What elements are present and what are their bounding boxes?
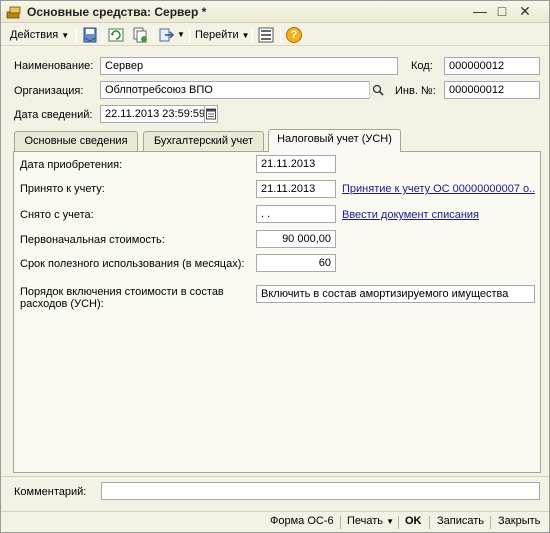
form-os6-button[interactable]: Форма ОС-6 [270,515,334,527]
toolbar-separator [189,27,190,43]
toolbar: Действия ▼ ▼ Перейти ▼ ? [1,24,549,46]
name-input[interactable]: Сервер [100,57,398,75]
actions-menu-label: Действия [10,29,59,41]
toolbar-separator [280,27,281,43]
initial-cost-label: Первоначальная стоимость: [20,234,165,246]
goto-menu-label: Перейти [195,29,239,41]
purchase-date-label: Дата приобретения: [20,159,123,171]
ok-button[interactable]: OK [405,515,422,527]
removed-date-label: Снято с учета: [20,209,94,221]
document-window: Основные средства: Сервер * — □ ✕ Действ… [0,0,550,533]
refresh-icon[interactable] [108,27,124,43]
chevron-down-icon: ▼ [386,517,395,526]
info-date-label: Дата сведений: [14,109,93,121]
useful-life-label: Срок полезного использования (в месяцах)… [20,258,245,270]
tab-accounting[interactable]: Бухгалтерский учет [143,131,264,151]
write-off-document-link[interactable]: Ввести документ списания [342,209,479,221]
maximize-button[interactable]: □ [493,3,511,21]
comment-input[interactable] [101,482,540,500]
minimize-button[interactable]: — [471,3,489,21]
print-menu[interactable]: Печать ▼ [347,515,394,527]
calendar-button[interactable] [204,105,218,123]
toolbar-separator [102,27,103,43]
arrow-right-icon [159,28,174,42]
tab-main-info[interactable]: Основные сведения [14,131,138,151]
chevron-down-icon: ▼ [177,30,185,39]
initial-cost-input[interactable]: 90 000,00 [256,230,336,248]
tax-accounting-panel [13,151,541,473]
structure-icon[interactable] [258,27,274,43]
toolbar-separator [76,27,77,43]
inventory-number-label: Инв. №: [395,85,436,97]
help-icon[interactable]: ? [286,27,302,43]
bottom-separator [340,516,341,529]
organization-select-button[interactable] [369,81,385,99]
window-title: Основные средства: Сервер * [27,5,207,19]
bottom-command-bar: Форма ОС-6 Печать ▼ OK Записать Закрыть [1,511,549,532]
save-and-close-icon[interactable] [82,27,98,43]
accepted-date-label: Принято к учету: [20,183,105,195]
toolbar-separator [252,27,253,43]
title-bar: Основные средства: Сервер * — □ ✕ [1,1,549,23]
copy-icon[interactable] [132,27,148,43]
cost-inclusion-select[interactable]: Включить в состав амортизируемого имущес… [256,285,535,303]
acceptance-document-link[interactable]: Принятие к учету ОС 00000000007 о... [342,183,535,195]
removed-date-input[interactable]: . . [256,205,336,223]
code-label: Код: [411,60,433,72]
comment-label: Комментарий: [14,486,87,498]
chevron-down-icon: ▼ [241,31,250,40]
close-button[interactable]: Закрыть [498,515,540,527]
purchase-date-input[interactable]: 21.11.2013 [256,155,336,173]
inventory-number-input[interactable]: 000000012 [444,81,540,99]
save-button[interactable]: Записать [437,515,484,527]
useful-life-input[interactable]: 60 [256,254,336,272]
bottom-separator [429,516,430,529]
cost-inclusion-label: Порядок включения стоимости в состав рас… [20,286,224,310]
bottom-separator [490,516,491,529]
organization-input[interactable]: Облпотребсоюз ВПО [100,81,384,99]
calendar-icon [206,108,216,120]
goto-menu[interactable]: Перейти ▼ [195,26,250,44]
bottom-separator [398,516,399,529]
tab-tax-usn[interactable]: Налоговый учет (УСН) [268,129,401,152]
search-icon [372,84,384,96]
organization-label: Организация: [14,85,84,97]
divider [1,476,549,477]
accepted-date-input[interactable]: 21.11.2013 [256,180,336,198]
toolbar-separator [153,27,154,43]
info-date-input[interactable]: 22.11.2013 23:59:59 [100,105,205,123]
print-label: Печать [347,515,384,527]
code-input[interactable]: 000000012 [444,57,540,75]
name-label: Наименование: [14,60,94,72]
actions-menu[interactable]: Действия ▼ [10,26,69,44]
app-icon [6,6,21,19]
close-window-button[interactable]: ✕ [516,3,534,21]
chevron-down-icon: ▼ [61,31,70,40]
